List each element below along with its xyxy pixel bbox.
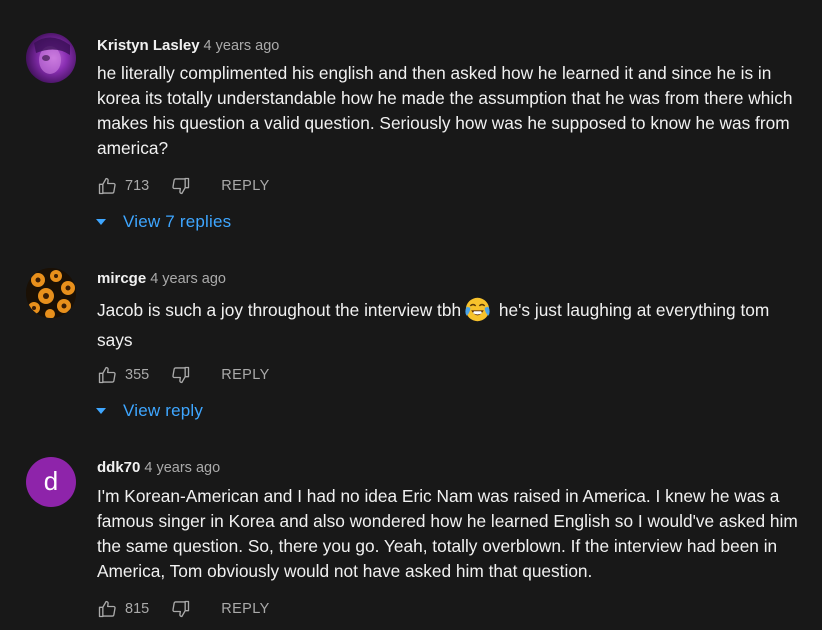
author-name[interactable]: Kristyn Lasley <box>97 37 200 54</box>
like-count: 713 <box>125 178 150 194</box>
comment-text: he literally complimented his english an… <box>97 63 793 158</box>
comment-text-part: Jacob is such a joy throughout the inter… <box>97 300 462 320</box>
reply-button[interactable]: REPLY <box>221 367 269 383</box>
caret-down-icon <box>96 219 106 225</box>
avatar[interactable] <box>26 33 76 83</box>
comment-header: ddk70 4 years ago <box>97 459 220 476</box>
comment-time[interactable]: 4 years ago <box>144 460 220 476</box>
reply-button[interactable]: REPLY <box>221 178 269 194</box>
comment-actions: 355 REPLY <box>97 363 270 387</box>
avatar[interactable]: d <box>26 457 76 507</box>
reply-button[interactable]: REPLY <box>221 601 269 617</box>
caret-down-icon <box>96 408 106 414</box>
author-name[interactable]: mircge <box>97 270 146 287</box>
like-button[interactable] <box>97 365 117 385</box>
comment-actions: 713 REPLY <box>97 174 270 198</box>
comment-text: I'm Korean-American and I had no idea Er… <box>97 486 798 581</box>
thumbs-up-icon <box>98 177 116 195</box>
view-replies-button[interactable]: View reply <box>96 401 203 421</box>
like-button[interactable] <box>97 599 117 619</box>
thumbs-down-icon <box>172 177 190 195</box>
avatar[interactable] <box>26 268 76 318</box>
comment-time[interactable]: 4 years ago <box>204 38 280 54</box>
thumbs-up-icon <box>98 600 116 618</box>
like-count: 355 <box>125 367 150 383</box>
dislike-button[interactable] <box>171 599 191 619</box>
comment-actions: 815 REPLY <box>97 597 270 621</box>
comment-time[interactable]: 4 years ago <box>150 271 226 287</box>
dislike-button[interactable] <box>171 365 191 385</box>
view-replies-button[interactable]: View 7 replies <box>96 212 231 232</box>
comment-header: Kristyn Lasley 4 years ago <box>97 37 279 54</box>
like-count: 815 <box>125 601 150 617</box>
comment-header: mircge 4 years ago <box>97 270 226 287</box>
face-with-tears-of-joy-icon <box>465 297 490 322</box>
like-button[interactable] <box>97 176 117 196</box>
comment-text: Jacob is such a joy throughout the inter… <box>97 295 807 355</box>
view-replies-label: View 7 replies <box>123 212 232 231</box>
thumbs-down-icon <box>172 600 190 618</box>
view-replies-label: View reply <box>123 401 204 420</box>
thumbs-down-icon <box>172 366 190 384</box>
author-name[interactable]: ddk70 <box>97 459 140 476</box>
dislike-button[interactable] <box>171 176 191 196</box>
thumbs-up-icon <box>98 366 116 384</box>
